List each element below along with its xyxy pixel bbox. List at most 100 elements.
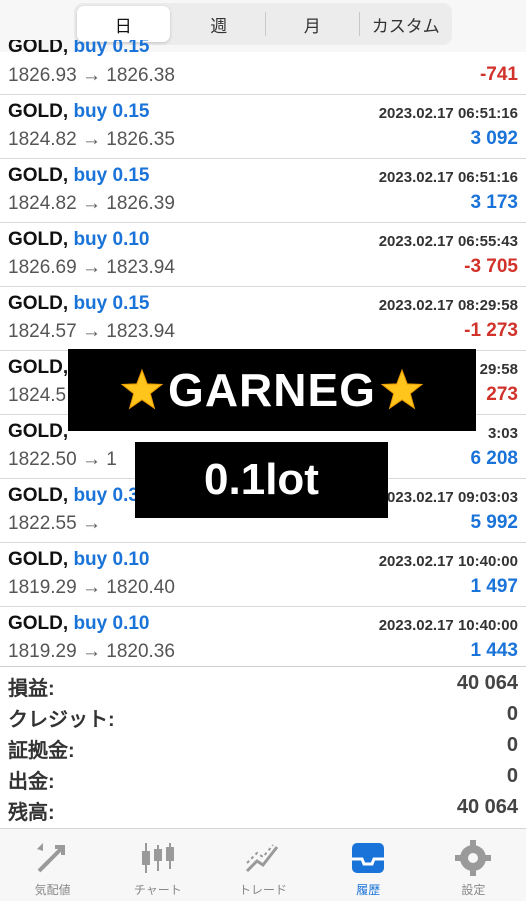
overlay-banner-lot: 0.1lot — [135, 442, 388, 518]
overlay-banner-name: GARNEG — [68, 349, 476, 431]
open-price: 1824.5 — [8, 385, 67, 406]
symbol-name: GOLD, — [8, 101, 69, 122]
symbol-name: GOLD, — [8, 485, 69, 506]
trade-time: 2023.02.17 09:03:03 — [378, 489, 518, 506]
trade-prices: 1822.50 → 1 — [8, 449, 117, 471]
star-icon — [120, 368, 164, 410]
trade-time: 2023.02.17 08:29:58 — [378, 297, 518, 314]
trade-time: 29:58 — [479, 361, 518, 378]
trade-type: buy 0.10 — [73, 613, 150, 634]
arrow-right-icon: → — [81, 449, 101, 470]
summary-row-credit: クレジット: 0 — [0, 698, 526, 731]
trade-type: buy 0.10 — [73, 229, 150, 250]
open-price: 1819.29 — [8, 641, 77, 662]
trade-symbol: GOLD, buy 0.10 — [8, 549, 150, 571]
trade-symbol: GOLD, buy 0.15 — [8, 40, 150, 58]
trade-symbol: GOLD, buy 0.10 — [8, 613, 150, 635]
trade-prices: 1824.82 → 1826.35 — [8, 129, 175, 151]
arrow-right-icon: → — [81, 257, 101, 278]
trade-profit: 1 443 — [470, 640, 518, 661]
arrow-right-icon: → — [81, 577, 101, 598]
open-price: 1824.82 — [8, 129, 77, 150]
summary-row-profit: 損益: 40 064 — [0, 667, 526, 700]
chart-icon — [141, 843, 174, 873]
settings-icon — [455, 840, 492, 876]
trade-row[interactable]: GOLD, buy 0.10 2023.02.17 10:40:00 1819.29… — [0, 607, 526, 662]
trade-profit: 1 497 — [470, 576, 518, 597]
tab-day[interactable]: 日 — [77, 6, 170, 42]
trade-prices: 1824.82 → 1826.39 — [8, 193, 175, 215]
summary-row-deposit: 証拠金: 0 — [0, 729, 526, 762]
tab-month[interactable]: 月 — [266, 6, 359, 42]
close-price: 1826.39 — [106, 193, 175, 214]
quotes-icon — [36, 843, 65, 873]
trade-profit: 3 173 — [470, 192, 518, 213]
symbol-name: GOLD, — [8, 40, 69, 57]
open-price: 1819.29 — [8, 577, 77, 598]
trade-type: buy 0.15 — [73, 293, 150, 314]
bottom-nav: 気配値 チャート トレード 履歴 設定 — [0, 828, 526, 901]
trade-row[interactable]: GOLD, buy 0.10 2023.02.17 06:55:43 1826.69… — [0, 223, 526, 287]
arrow-right-icon: → — [81, 193, 101, 214]
open-price: 1824.57 — [8, 321, 77, 342]
nav-trade[interactable]: トレード — [210, 829, 315, 901]
trade-symbol: GOLD, buy 0.10 — [8, 229, 150, 251]
overlay-lot: 0.1lot — [204, 455, 319, 504]
trade-prices: 1826.69 → 1823.94 — [8, 257, 175, 279]
nav-chart[interactable]: チャート — [105, 829, 210, 901]
trade-time: 2023.02.17 06:55:43 — [378, 233, 518, 250]
trade-row[interactable]: GOLD, buy 0.15 1826.93 → 1826.38 -741 — [0, 40, 526, 95]
trade-row[interactable]: GOLD, buy 0.10 2023.02.17 10:40:00 1819.29… — [0, 543, 526, 607]
symbol-name: GOLD, — [8, 165, 69, 186]
close-price: 1820.36 — [106, 641, 175, 662]
trade-type: buy 0.15 — [73, 165, 150, 186]
trade-prices: 1824.57 → 1823.94 — [8, 321, 175, 343]
tab-week[interactable]: 週 — [173, 6, 266, 42]
open-price: 1826.93 — [8, 65, 77, 86]
symbol-name: GOLD, — [8, 357, 69, 378]
trade-row[interactable]: GOLD, buy 0.15 2023.02.17 06:51:16 1824.82… — [0, 95, 526, 159]
summary-label: 証拠金: — [8, 740, 75, 762]
nav-label: チャート — [133, 883, 182, 897]
trade-icon — [245, 844, 279, 873]
close-price: 1823.94 — [106, 257, 175, 278]
close-price: 1823.94 — [106, 321, 175, 342]
trade-symbol: GOLD, buy 0.15 — [8, 101, 150, 123]
summary-row-balance: 残高: 40 064 — [0, 791, 526, 824]
summary-value: 0 — [506, 765, 518, 787]
tab-custom[interactable]: カスタム — [360, 6, 453, 42]
nav-settings[interactable]: 設定 — [421, 829, 526, 901]
trade-prices: 1822.55 → — [8, 513, 101, 535]
arrow-right-icon: → — [81, 641, 101, 662]
summary-value: 40 064 — [456, 672, 518, 694]
summary-value: 40 064 — [456, 796, 518, 818]
star-icon — [380, 368, 424, 410]
nav-label: 設定 — [461, 883, 486, 897]
symbol-name: GOLD, — [8, 229, 69, 250]
trade-profit: -741 — [479, 64, 518, 85]
nav-quotes[interactable]: 気配値 — [0, 829, 105, 901]
arrow-right-icon: → — [81, 513, 101, 534]
nav-label: 気配値 — [34, 883, 71, 897]
summary-label: クレジット: — [8, 709, 115, 731]
open-price: 1822.55 — [8, 513, 77, 534]
arrow-right-icon: → — [81, 129, 101, 150]
summary-label: 残高: — [8, 802, 55, 824]
trade-time: 2023.02.17 10:40:00 — [378, 553, 518, 570]
summary-label: 損益: — [8, 678, 55, 700]
trade-row[interactable]: GOLD, buy 0.15 2023.02.17 08:29:58 1824.57… — [0, 287, 526, 351]
trade-symbol: GOLD, — [8, 357, 68, 379]
trade-time: 2023.02.17 06:51:16 — [378, 169, 518, 186]
trade-type: buy 0.15 — [73, 101, 150, 122]
account-summary: 損益: 40 064 クレジット: 0 証拠金: 0 出金: 0 残高: 40 … — [0, 666, 526, 827]
trade-time: 2023.02.17 10:40:00 — [378, 617, 518, 634]
nav-history[interactable]: 履歴 — [316, 829, 421, 901]
trade-row[interactable]: GOLD, buy 0.15 2023.02.17 06:51:16 1824.82… — [0, 159, 526, 223]
overlay-title: GARNEG — [168, 364, 376, 416]
close-price: 1826.35 — [106, 129, 175, 150]
trade-prices: 1819.29 → 1820.36 — [8, 641, 175, 662]
open-price: 1824.82 — [8, 193, 77, 214]
close-price: 1 — [106, 449, 117, 470]
symbol-name: GOLD, — [8, 613, 69, 634]
trade-profit: 273 — [486, 384, 518, 405]
